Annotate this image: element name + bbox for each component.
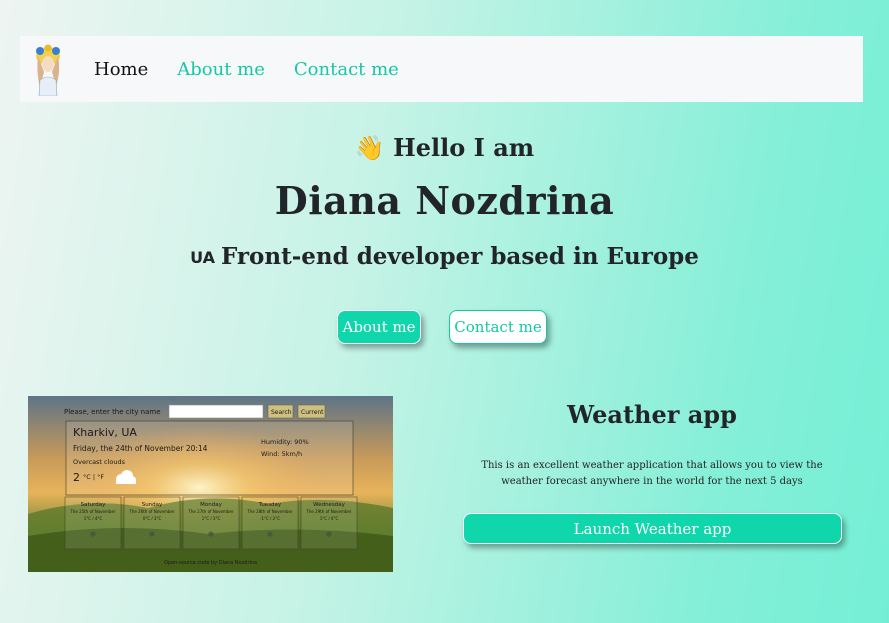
snowflake-icon: ❄	[149, 530, 156, 539]
project-description: This is an excellent weather application…	[481, 460, 823, 487]
greeting-text: Hello I am	[393, 133, 535, 162]
greeting-heading: 👋 Hello I am	[0, 133, 889, 162]
tagline-text: Front-end developer based in Europe	[220, 243, 699, 270]
project-title: Weather app	[567, 400, 737, 429]
preview-forecast-day-temp: 1°C / 4°C	[84, 516, 103, 521]
about-me-button[interactable]: About me	[337, 310, 421, 344]
preview-forecast-day: WednesdayThe 29th of November 1°C / 4°C ❄	[300, 496, 358, 550]
navbar: Home About me Contact me	[20, 36, 863, 102]
preview-forecast-day: SundayThe 26th of November 0°C / 3°C ❄	[123, 496, 181, 550]
preview-date: Friday, the 24th of November 20:14	[73, 444, 208, 453]
preview-forecast-day-temp: 1°C / 3°C	[202, 516, 221, 521]
contact-me-button[interactable]: Contact me	[449, 310, 547, 344]
preview-forecast-day-temp: 1°C / 4°C	[320, 516, 339, 521]
preview-forecast-day: SaturdayThe 25th of November 1°C / 4°C ❄	[64, 496, 122, 550]
preview-forecast: SaturdayThe 25th of November1°C / 4°C❄Su…	[64, 496, 358, 550]
preview-forecast-day-date: The 26th of November	[128, 509, 174, 514]
preview-forecast-day-date: The 27th of November	[187, 509, 233, 514]
avatar[interactable]	[30, 42, 66, 96]
weather-app-screenshot: Please, enter the city name Search Curre…	[28, 396, 393, 572]
preview-wind: Wind: 5km/h	[261, 450, 302, 458]
preview-humidity: Humidity: 90%	[261, 438, 309, 446]
preview-forecast-day-name: Sunday	[142, 502, 163, 508]
snowflake-icon: ❄	[90, 530, 97, 539]
preview-forecast-day-name: Tuesday	[258, 502, 282, 508]
nav-about-link[interactable]: About me	[177, 59, 265, 80]
preview-city: Kharkiv, UA	[73, 426, 137, 439]
preview-forecast-day-name: Saturday	[81, 502, 107, 508]
preview-forecast-day: TuesdayThe 28th of November -1°C / 2°C ❄	[241, 496, 299, 550]
preview-search-input	[168, 404, 264, 419]
preview-footer: Open-source code by Diana Nozdrina	[164, 560, 257, 566]
preview-search-button-label: Search	[271, 409, 292, 416]
preview-forecast-day-temp: -1°C / 2°C	[260, 516, 280, 521]
tagline-heading: UA Front-end developer based in Europe	[0, 243, 889, 270]
nav-contact-link[interactable]: Contact me	[294, 59, 399, 80]
preview-forecast-day-date: The 29th of November	[305, 509, 351, 514]
preview-description: Overcast clouds	[73, 458, 126, 466]
snowflake-icon: ❄	[208, 530, 215, 539]
name-heading: Diana Nozdrina	[274, 178, 615, 223]
preview-forecast-day-name: Monday	[200, 502, 222, 508]
ukraine-flag-icon: UA	[190, 248, 215, 267]
preview-search-label: Please, enter the city name	[64, 408, 161, 416]
launch-weather-app-button[interactable]: Launch Weather app	[463, 513, 842, 544]
weather-app-preview[interactable]: Please, enter the city name Search Curre…	[28, 396, 393, 572]
waving-hand-icon: 👋	[354, 134, 385, 162]
snowflake-icon: ❄	[326, 530, 333, 539]
nav-home-link[interactable]: Home	[94, 59, 148, 80]
preview-forecast-day-name: Wednesday	[313, 502, 346, 508]
preview-forecast-day-date: The 25th of November	[69, 509, 115, 514]
preview-forecast-day-temp: 0°C / 3°C	[143, 516, 162, 521]
snowflake-icon: ❄	[267, 530, 274, 539]
preview-units: °C | °F	[83, 473, 104, 481]
preview-forecast-day-date: The 28th of November	[246, 509, 292, 514]
preview-temperature: 2	[73, 471, 80, 484]
preview-current-button-label: Current	[301, 409, 324, 416]
preview-forecast-day: MondayThe 27th of November 1°C / 3°C ❄	[182, 496, 240, 550]
